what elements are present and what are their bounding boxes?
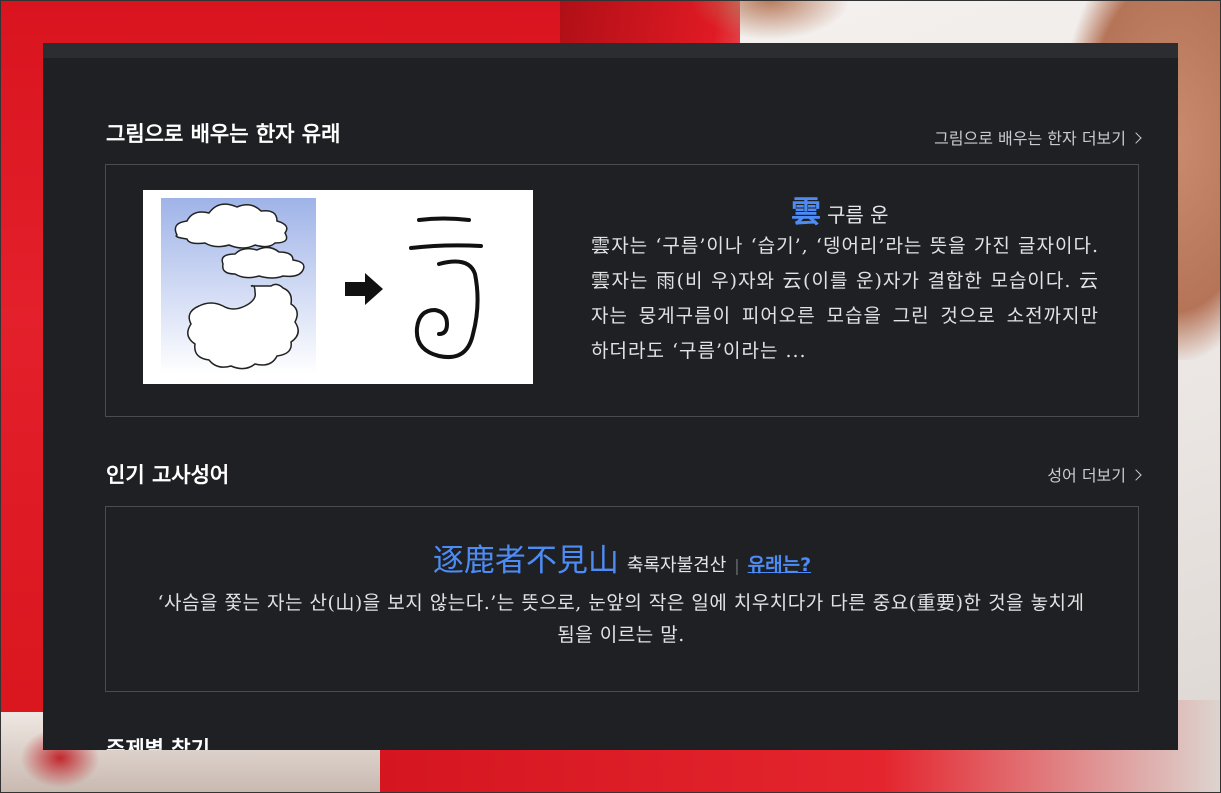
idiom-hanja[interactable]: 逐鹿者不見山	[433, 543, 619, 579]
idiom-more-link[interactable]: 성어 더보기	[1047, 462, 1142, 486]
idiom-heading: 逐鹿者不見山 축록자불견산 | 유래는?	[106, 535, 1138, 580]
chevron-right-icon	[1130, 132, 1142, 144]
hanja-reading: 구름 운	[827, 203, 889, 227]
hanja-origin-illustration	[143, 190, 533, 384]
hanja-story-more-label: 그림으로 배우는 한자 더보기	[934, 129, 1126, 148]
hanja-story-title: 그림으로 배우는 한자 유래	[106, 122, 341, 146]
idiom-more-label: 성어 더보기	[1047, 466, 1126, 485]
hanja-character[interactable]: 雲	[791, 195, 821, 230]
idiom-description: ‘사슴을 쫓는 자는 산(山)을 보지 않는다.’는 뜻으로, 눈앞의 작은 일…	[157, 592, 1085, 646]
idiom-card: 逐鹿者不見山 축록자불견산 | 유래는? ‘사슴을 쫓는 자는 산(山)을 보지 않는…	[105, 506, 1139, 692]
panel-top-bar	[43, 43, 1178, 58]
hanja-panel: 그림으로 배우는 한자 유래 그림으로 배우는 한자 더보기 雲 구름 운 雲자…	[43, 43, 1178, 750]
chevron-right-icon	[1130, 469, 1142, 481]
idiom-separator: |	[734, 556, 740, 575]
idiom-reading: 축록자불견산	[626, 555, 727, 576]
hanja-heading: 雲 구름 운	[791, 187, 1091, 231]
hanja-story-card[interactable]: 雲 구름 운 雲자는 ‘구름’이나 ‘습기’, ‘뎅어리’라는 뜻을 가진 글자이…	[105, 164, 1139, 417]
hanja-story-more-link[interactable]: 그림으로 배우는 한자 더보기	[934, 125, 1142, 149]
idiom-origin-link[interactable]: 유래는?	[748, 554, 811, 576]
topic-section-title: 주제별 찾기	[106, 737, 210, 750]
hanja-description[interactable]: 雲자는 ‘구름’이나 ‘습기’, ‘뎅어리’라는 뜻을 가진 글자이다. 雲자는…	[591, 229, 1099, 369]
idiom-section-title: 인기 고사성어	[106, 463, 230, 487]
